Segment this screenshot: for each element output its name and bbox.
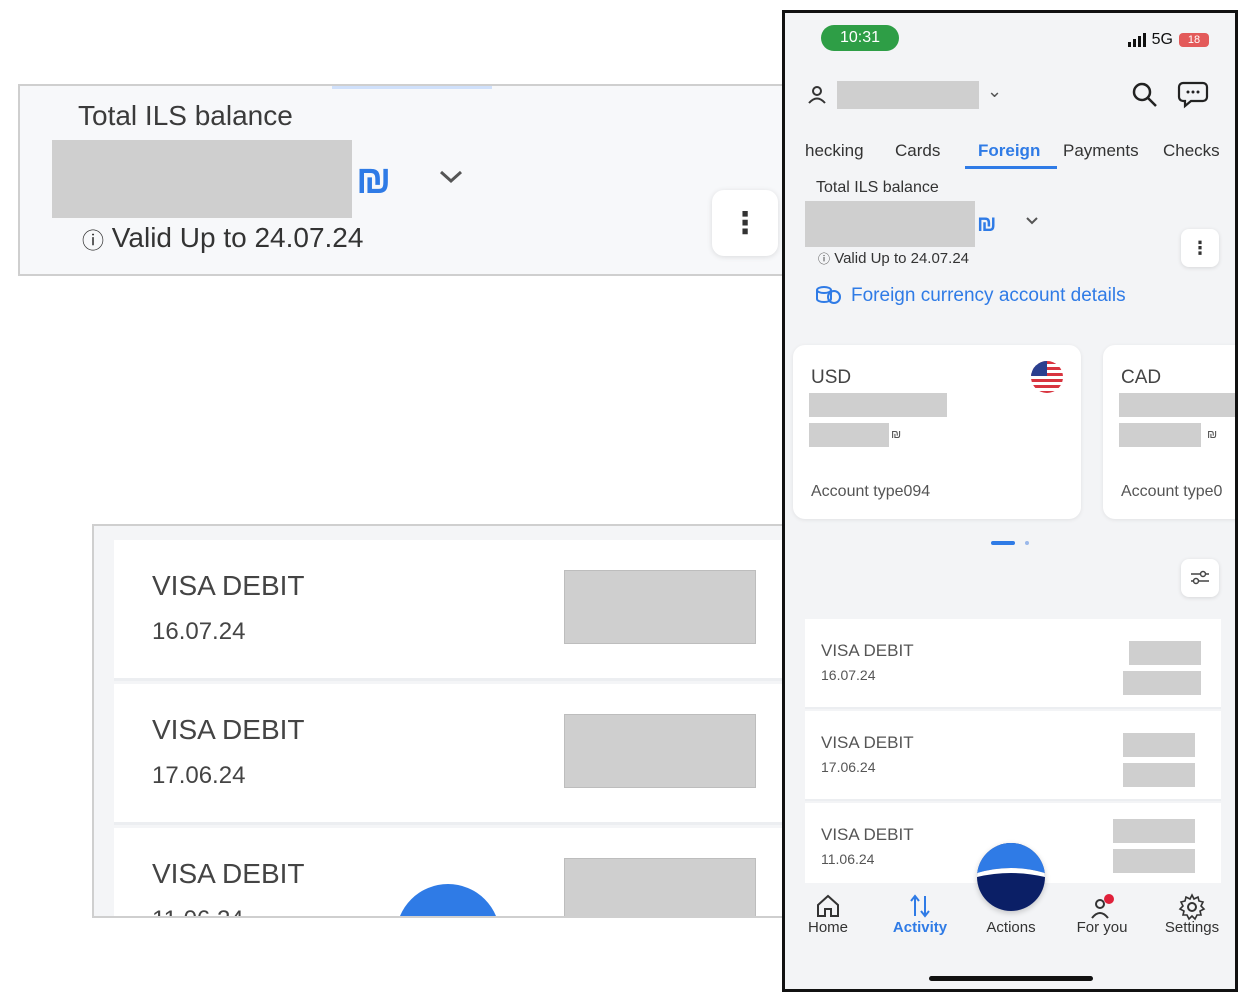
chat-icon[interactable] — [1177, 79, 1209, 114]
currency-card-usd[interactable]: USD ₪ Account type094 — [793, 345, 1081, 519]
tab-indicator-fragment — [332, 86, 492, 89]
transaction-balance-redacted — [1123, 763, 1195, 787]
shekel-icon: ₪ — [1207, 427, 1218, 441]
status-time: 10:31 — [821, 25, 899, 51]
ils-amount-redacted — [809, 423, 889, 447]
transaction-date: 16.07.24 — [821, 667, 876, 683]
transaction-name: VISA DEBIT — [821, 641, 914, 660]
currency-amount-redacted — [1119, 393, 1235, 417]
nav-for-you[interactable]: For you — [1065, 919, 1139, 936]
transaction-date: 17.06.24 — [152, 762, 246, 789]
transaction-amount-redacted — [1123, 733, 1195, 757]
transaction-name: VISA DEBIT — [152, 570, 305, 601]
battery-icon: 18 — [1179, 33, 1209, 47]
currency-code: CAD — [1121, 367, 1162, 388]
foreign-account-details-link[interactable]: Foreign currency account details — [851, 285, 1126, 307]
transaction-name: VISA DEBIT — [152, 714, 305, 745]
balance-amount-redacted — [805, 201, 975, 247]
phone-screen: 10:31 5G 18 ⌄ hecking Cards Foreign Paym… — [782, 10, 1238, 992]
nav-home[interactable]: Home — [791, 919, 865, 936]
tab-checking[interactable]: hecking — [805, 141, 864, 161]
chevron-down-icon[interactable] — [1025, 213, 1039, 231]
info-icon: ⓘ — [818, 252, 831, 266]
transaction-row[interactable]: VISA DEBIT 16.07.24 — [805, 619, 1221, 709]
more-options-button[interactable]: ⋮ — [712, 190, 778, 256]
currency-amount-redacted — [809, 393, 947, 417]
transaction-name: VISA DEBIT — [821, 733, 914, 752]
transaction-amount-redacted — [564, 570, 756, 644]
signal-icon — [1127, 33, 1146, 47]
network-label: 5G — [1151, 31, 1173, 48]
transaction-balance-redacted — [1113, 849, 1195, 873]
more-options-button[interactable]: ⋮ — [1181, 229, 1219, 267]
zoom-transaction-row[interactable]: VISA DEBIT 16.07.24 — [114, 540, 786, 681]
account-type-label: Account type094 — [811, 483, 931, 500]
nav-actions[interactable]: Actions — [974, 919, 1048, 936]
account-name-redacted[interactable] — [837, 81, 979, 109]
ils-amount-redacted — [1119, 423, 1201, 447]
currency-card-cad[interactable]: CAD ₪ Account type0 — [1103, 345, 1235, 519]
person-icon[interactable] — [807, 85, 827, 110]
transaction-amount-redacted — [1113, 819, 1195, 843]
transaction-date: 11.06.24 — [821, 851, 875, 867]
account-type-label: Account type0 — [1121, 483, 1223, 500]
transaction-balance-redacted — [1123, 671, 1201, 695]
valid-until-text: ⓘ Valid Up to 24.07.24 — [82, 222, 364, 254]
nav-activity[interactable]: Activity — [883, 919, 957, 936]
zoom-balance-panel: Total ILS balance ₪ ⓘ Valid Up to 24.07.… — [18, 84, 804, 276]
filter-button[interactable] — [1181, 559, 1219, 597]
transaction-row[interactable]: VISA DEBIT 17.06.24 — [805, 711, 1221, 801]
status-indicators: 5G 18 — [1127, 31, 1209, 49]
info-icon: ⓘ — [82, 228, 105, 254]
currency-code: USD — [811, 367, 852, 388]
zoom-transactions-panel: VISA DEBIT 16.07.24 VISA DEBIT 17.06.24 … — [92, 524, 808, 918]
transaction-name: VISA DEBIT — [152, 858, 305, 889]
tab-checks[interactable]: Checks — [1163, 141, 1220, 161]
nav-settings[interactable]: Settings — [1155, 919, 1229, 936]
pager-dot-active — [991, 541, 1015, 545]
transaction-date: 16.07.24 — [152, 618, 246, 645]
transaction-amount-redacted — [1129, 641, 1201, 665]
shekel-icon: ₪ — [891, 427, 902, 441]
home-indicator — [929, 976, 1093, 981]
balance-title: Total ILS balance — [78, 100, 293, 131]
actions-icon — [977, 843, 1045, 911]
tab-foreign[interactable]: Foreign — [978, 141, 1040, 161]
transaction-date: 17.06.24 — [821, 759, 876, 775]
sliders-icon — [1191, 570, 1209, 585]
balance-amount-redacted — [52, 140, 352, 218]
pager-dot — [1025, 541, 1029, 545]
transaction-amount-redacted — [564, 858, 756, 916]
transaction-name: VISA DEBIT — [821, 825, 914, 844]
transaction-amount-redacted — [564, 714, 756, 788]
transaction-date: 11.06.24 — [152, 906, 244, 916]
shekel-icon: ₪ — [356, 158, 392, 202]
tab-payments[interactable]: Payments — [1063, 141, 1139, 161]
tab-cards[interactable]: Cards — [895, 141, 940, 161]
chevron-down-icon[interactable] — [438, 160, 464, 192]
search-icon[interactable] — [1131, 81, 1159, 114]
valid-until-text: ⓘ Valid Up to 24.07.24 — [818, 250, 970, 267]
account-chevron-icon[interactable]: ⌄ — [987, 81, 1002, 102]
us-flag-icon — [1031, 361, 1063, 398]
shekel-icon: ₪ — [977, 211, 997, 236]
active-tab-indicator — [965, 166, 1057, 169]
zoom-transaction-row[interactable]: VISA DEBIT 17.06.24 — [114, 684, 786, 825]
balance-title: Total ILS balance — [816, 179, 939, 196]
coins-icon — [815, 285, 841, 310]
actions-button[interactable] — [977, 843, 1045, 911]
